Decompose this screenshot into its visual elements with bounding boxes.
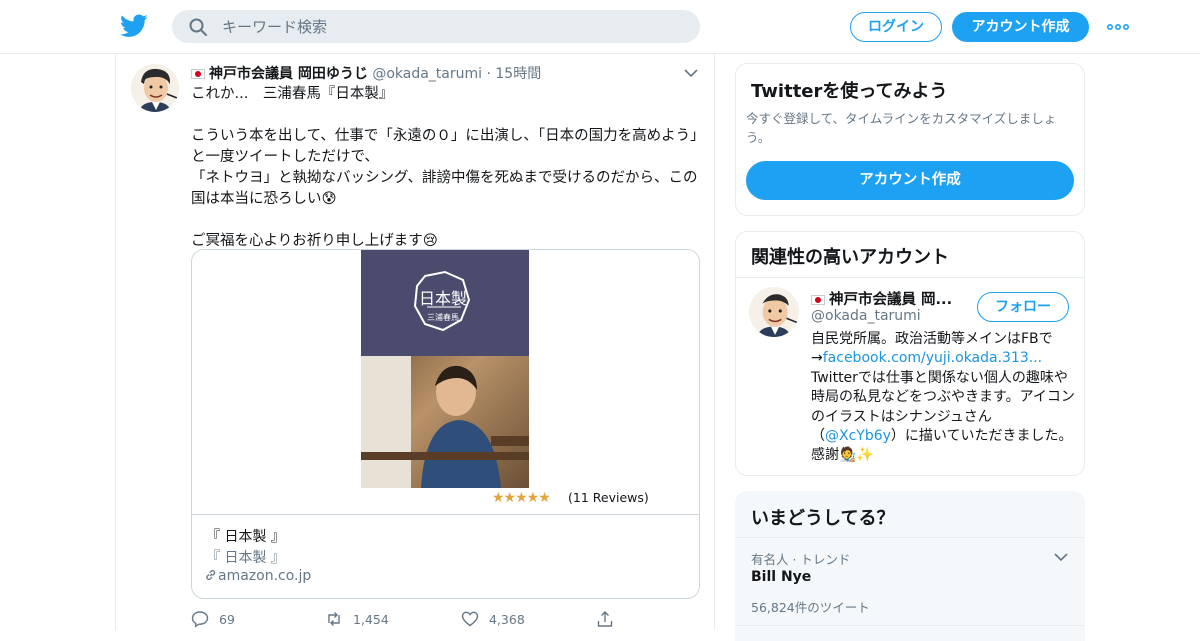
book-title: 日本製 (419, 289, 467, 308)
trend-category: 有名人 · トレンド (751, 552, 851, 567)
separator-dot: · (486, 66, 491, 82)
like-count: 4,368 (489, 611, 525, 627)
avatar[interactable] (131, 64, 179, 112)
related-avatar[interactable] (749, 287, 799, 337)
bio-mention[interactable]: @XcYb6y (825, 428, 891, 444)
login-button[interactable]: ログイン (850, 12, 942, 42)
signup-panel: Twitterを使ってみよう 今すぐ登録して、タイムラインをカスタマイズしましょ… (735, 63, 1085, 216)
divider (736, 277, 1084, 278)
search-icon (189, 18, 207, 36)
reply-button[interactable]: 69 (191, 610, 235, 628)
avatar-illustration-icon (131, 64, 179, 112)
japan-flag-icon (811, 295, 825, 305)
trend-tweet-count: 56,824件のツイート (751, 600, 870, 615)
card-title: 『 日本製 』 (206, 529, 285, 545)
reply-icon (191, 611, 209, 628)
chevron-down-icon[interactable] (1054, 552, 1068, 562)
display-name[interactable]: 神戸市会議員 岡田ゆうじ (209, 66, 368, 82)
chevron-down-icon[interactable] (684, 68, 698, 78)
rating-stars: ★★★★★ (492, 490, 551, 506)
link-card[interactable]: 日本製 三浦春馬 ★★★★★ (11 Reviews) 『 日本製 』 『 日本… (191, 249, 700, 599)
tweet-actions: 69 1,454 4,368 (191, 608, 691, 630)
book-cover: 日本製 三浦春馬 (361, 250, 529, 488)
related-account-handle[interactable]: @okada_tarumi (811, 308, 921, 324)
heart-icon (461, 611, 479, 627)
share-icon (597, 611, 613, 627)
signup-button[interactable]: アカウント作成 (952, 12, 1089, 42)
tweet-text: これか... 三浦春馬『日本製』 こういう本を出して、仕事で「永遠の０」に出演し… (191, 86, 698, 249)
related-account-name[interactable]: 神戸市会議員 岡... (811, 288, 952, 309)
user-handle[interactable]: @okada_tarumi (372, 66, 482, 82)
tweet-column: 神戸市会議員 岡田ゆうじ @okada_tarumi · 15時間 これか...… (115, 54, 715, 630)
related-panel-title: 関連性の高いアカウント (751, 247, 949, 268)
trend-item[interactable]: Bill Nye (751, 569, 811, 585)
divider (736, 625, 1084, 626)
retweet-icon (328, 612, 340, 626)
tweet-header: 神戸市会議員 岡田ゆうじ @okada_tarumi · 15時間 (191, 63, 541, 83)
like-button[interactable]: 4,368 (461, 610, 525, 628)
card-domain: amazon.co.jp (204, 568, 311, 584)
trends-panel-title: いまどうしてる？ (751, 508, 895, 529)
top-bar: ログイン アカウント作成 (0, 0, 1200, 54)
japan-flag-icon (191, 69, 205, 79)
bio-link[interactable]: facebook.com/yuji.okada.313... (823, 350, 1042, 366)
search-bar[interactable] (172, 10, 700, 43)
retweet-count: 1,454 (353, 611, 389, 627)
book-author: 三浦春馬 (427, 312, 459, 322)
signup-panel-button[interactable]: アカウント作成 (746, 161, 1074, 200)
card-description: 『 日本製 』 (206, 550, 285, 566)
more-options-icon[interactable] (1106, 20, 1130, 34)
review-count: (11 Reviews) (568, 490, 649, 505)
follow-button[interactable]: フォロー (977, 292, 1069, 322)
related-account-bio: 自民党所属。政治活動等メインはFBで→facebook.com/yuji.oka… (811, 331, 1075, 464)
twitter-logo-icon[interactable] (120, 13, 148, 39)
signup-panel-title: Twitterを使ってみよう (751, 81, 948, 102)
tweet-time[interactable]: 15時間 (495, 66, 541, 82)
avatar-illustration-icon (749, 287, 799, 337)
card-image: 日本製 三浦春馬 ★★★★★ (11 Reviews) (192, 250, 699, 515)
related-accounts-panel: 関連性の高いアカウント 神戸市会議員 岡... @okada_tarumi フォ… (735, 231, 1085, 476)
share-button[interactable] (596, 610, 624, 628)
signup-panel-subtitle: 今すぐ登録して、タイムラインをカスタマイズしましょう。 (746, 111, 1057, 145)
retweet-button[interactable]: 1,454 (325, 610, 389, 628)
link-icon (206, 569, 216, 581)
search-input[interactable] (222, 10, 682, 43)
reply-count: 69 (219, 611, 235, 627)
divider (736, 537, 1084, 538)
trends-panel: いまどうしてる？ 有名人 · トレンド Bill Nye 56,824件のツイー… (735, 491, 1085, 641)
